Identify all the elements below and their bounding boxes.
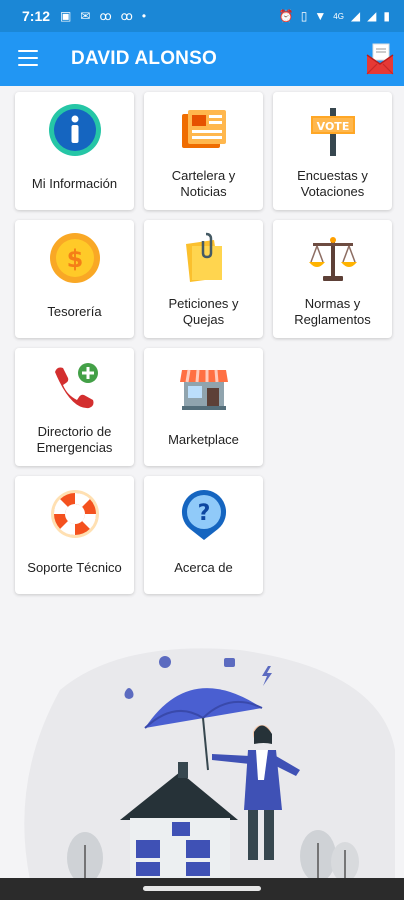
svg-text:?: ? (197, 501, 210, 526)
lifebuoy-icon (47, 486, 103, 542)
newspaper-icon (176, 102, 232, 158)
alarm-icon: ⏰ (278, 9, 294, 23)
coin-icon: $ (47, 230, 103, 286)
wifi-icon: ▼ (314, 9, 327, 23)
voicemail-icon: ꝏ (120, 9, 133, 23)
system-navigation-bar (0, 878, 404, 900)
store-icon (176, 358, 232, 414)
tile-label: Cartelera y Noticias (171, 168, 236, 199)
home-gesture-handle[interactable] (143, 886, 261, 891)
status-notification-icons: ▣ ✉ ꝏ ꝏ • (60, 9, 146, 23)
tile-label: Directorio de Emergencias (36, 424, 113, 455)
umbrella-house-illustration (0, 630, 404, 884)
tile-marketplace[interactable]: Marketplace (144, 348, 263, 466)
info-icon (47, 102, 103, 158)
phone-plus-icon (47, 358, 103, 414)
tile-label: Tesorería (47, 304, 102, 319)
tile-label: Mi Información (31, 176, 118, 191)
mail-icon: ✉ (80, 9, 91, 23)
mailbox-icon[interactable] (364, 42, 396, 76)
hamburger-menu-icon[interactable] (18, 50, 38, 66)
app-bar: DAVID ALONSO (0, 32, 404, 86)
tile-normas-reglamentos[interactable]: Normas y Reglamentos (273, 220, 392, 338)
message-icon: ▣ (60, 9, 72, 23)
scales-icon (305, 230, 361, 286)
user-name-title: DAVID ALONSO (71, 48, 217, 69)
tile-label: Acerca de (174, 560, 233, 575)
status-time: 7:12 (22, 8, 51, 24)
status-system-icons: ⏰ ▯ ▼ 4G ◢ ◢ ▮ (279, 9, 390, 23)
tile-peticiones-quejas[interactable]: Peticiones y Quejas (144, 220, 263, 338)
tile-soporte-tecnico[interactable]: Soporte Técnico (15, 476, 134, 594)
tile-cartelera-noticias[interactable]: Cartelera y Noticias (144, 92, 263, 210)
tile-directorio-emergencias[interactable]: Directorio de Emergencias (15, 348, 134, 466)
tile-label: Marketplace (168, 432, 239, 447)
tile-label: Peticiones y Quejas (168, 296, 239, 327)
dot-icon: • (141, 9, 147, 23)
tile-label: Soporte Técnico (27, 560, 122, 575)
folder-clip-icon (176, 230, 232, 286)
vote-sign-icon: VOTE (305, 102, 361, 158)
network-type: 4G (333, 11, 344, 21)
tile-label: Normas y Reglamentos (294, 296, 371, 327)
tile-encuestas-votaciones[interactable]: VOTE Encuestas y Votaciones (273, 92, 392, 210)
tile-acerca-de[interactable]: ? Acerca de (144, 476, 263, 594)
tile-mi-informacion[interactable]: Mi Información (15, 92, 134, 210)
vibrate-icon: ▯ (300, 9, 308, 23)
voicemail-icon: ꝏ (99, 9, 112, 23)
question-pin-icon: ? (176, 486, 232, 542)
tile-label: Encuestas y Votaciones (297, 168, 368, 199)
svg-text:VOTE: VOTE (316, 120, 349, 133)
svg-text:$: $ (66, 245, 83, 273)
signal-icon: ◢ (350, 9, 361, 23)
tile-tesoreria[interactable]: $ Tesorería (15, 220, 134, 338)
status-bar: 7:12 ▣ ✉ ꝏ ꝏ • ⏰ ▯ ▼ 4G ◢ ◢ ▮ (0, 0, 404, 32)
signal-icon: ◢ (367, 9, 377, 23)
battery-icon: ▮ (383, 9, 390, 23)
